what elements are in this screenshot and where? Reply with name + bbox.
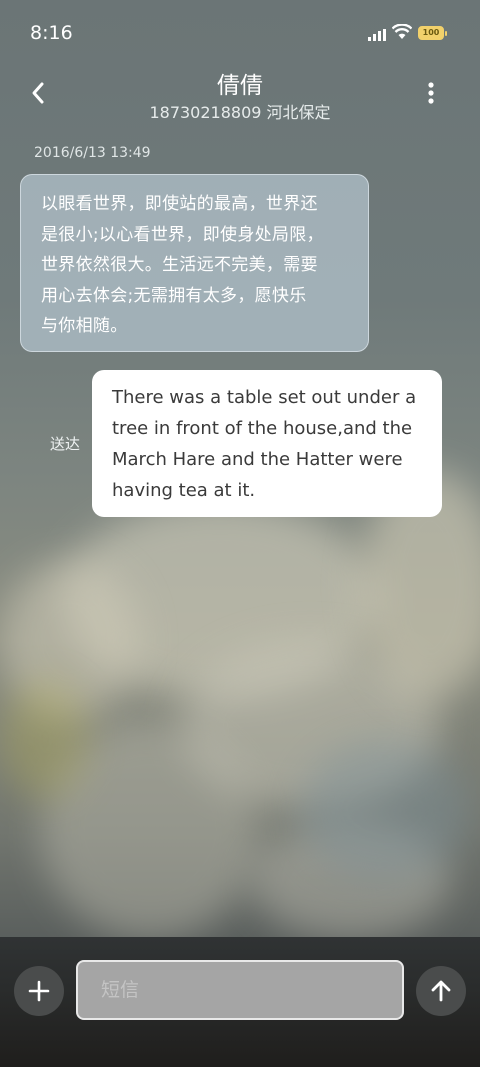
message-line: 用心去体会;无需拥有太多，愿快乐 [41, 285, 307, 306]
message-input[interactable] [76, 960, 404, 1020]
add-attachment-button[interactable] [14, 966, 64, 1016]
status-time: 8:16 [30, 22, 73, 44]
incoming-message-bubble[interactable]: 以眼看世界，即使站的最高，世界还 是很小;以心看世界，即使身处局限， 世界依然很… [20, 174, 369, 352]
arrow-up-icon [431, 980, 451, 1002]
contact-name: 倩倩 [217, 73, 263, 99]
message-line: having tea at it. [112, 480, 256, 501]
contact-detail: 18730218809 河北保定 [149, 103, 331, 122]
message-timestamp: 2016/6/13 13:49 [34, 145, 151, 161]
status-bar: 8:16 100 [0, 0, 480, 66]
message-line: 世界依然很大。生活远不完美，需要 [41, 255, 318, 275]
message-line: 与你相随。 [41, 316, 128, 336]
vertical-ellipsis-icon[interactable] [420, 80, 442, 106]
message-line: There was a table set out under a [112, 387, 417, 408]
outgoing-message-bubble[interactable]: There was a table set out under a tree i… [92, 370, 442, 517]
message-line: 以眼看世界，即使站的最高，世界还 [41, 194, 318, 214]
message-line: 是很小;以心看世界，即使身处局限， [41, 224, 324, 245]
plus-icon [28, 980, 50, 1002]
send-button[interactable] [416, 966, 466, 1016]
delivery-status: 送达 [50, 435, 81, 453]
cellular-signal-icon [368, 26, 386, 45]
wifi-icon [391, 23, 413, 44]
message-line: March Hare and the Hatter were [112, 449, 403, 470]
battery-icon: 100 [418, 26, 447, 40]
message-line: tree in front of the house,and the [112, 418, 413, 439]
